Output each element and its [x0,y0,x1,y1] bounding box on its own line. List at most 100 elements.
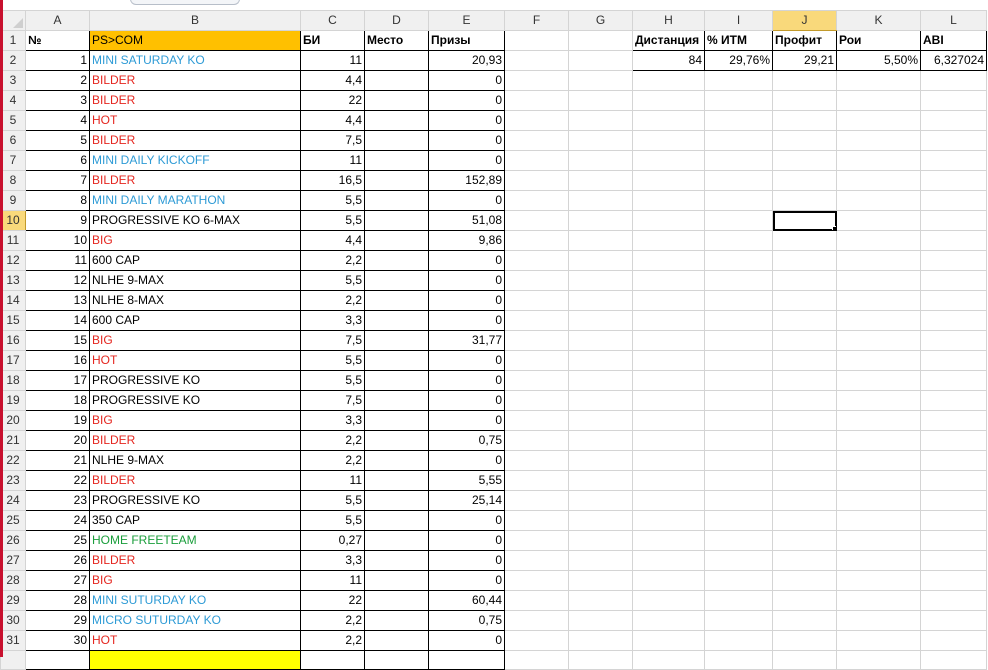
cell-b[interactable]: BILDER [89,550,301,571]
cell-h[interactable] [632,610,705,631]
row-header[interactable]: 19 [0,390,26,411]
cell-d[interactable] [364,450,429,471]
cell-d[interactable] [364,190,429,211]
cell-c[interactable]: 3,3 [300,550,365,571]
cell-e[interactable]: 60,44 [428,590,505,611]
cell-e[interactable]: 0 [428,190,505,211]
cell-i[interactable] [704,630,773,651]
cell-i[interactable] [704,410,773,431]
cell-e[interactable]: 0 [428,550,505,571]
cell-d[interactable] [364,50,429,71]
cell-i[interactable] [704,90,773,111]
cell-f[interactable] [504,490,569,511]
cell-j[interactable] [772,450,837,471]
cell-j[interactable] [772,370,837,391]
cell-j[interactable] [772,330,837,351]
cell-j[interactable] [772,110,837,131]
cell-f[interactable] [504,130,569,151]
cell-h[interactable] [632,390,705,411]
cell-c[interactable]: 7,5 [300,390,365,411]
cell-j[interactable] [772,390,837,411]
cell-h[interactable] [632,370,705,391]
cell-i[interactable] [704,270,773,291]
cell-a1[interactable]: № [25,30,90,51]
cell-a[interactable]: 11 [25,250,90,271]
cell-e[interactable]: 0 [428,510,505,531]
cell-b[interactable]: MINI DAILY MARATHON [89,190,301,211]
cell-c[interactable]: 5,5 [300,350,365,371]
cell-e[interactable]: 0 [428,130,505,151]
cell-h[interactable] [632,450,705,471]
cell-l[interactable] [920,250,987,271]
cell-b[interactable]: PROGRESSIVE KO [89,490,301,511]
cell-b[interactable]: BILDER [89,90,301,111]
row-header[interactable] [0,650,26,670]
cell-e[interactable]: 31,77 [428,330,505,351]
cell-g1[interactable] [568,30,633,51]
cell-c[interactable]: 2,2 [300,250,365,271]
cell-i[interactable] [704,70,773,91]
cell-k[interactable] [836,490,921,511]
cell-j[interactable] [772,350,837,371]
cell-j[interactable] [772,530,837,551]
row-header[interactable]: 3 [0,70,26,91]
cell-i[interactable]: 29,76% [704,50,773,71]
cell-g[interactable] [568,130,633,151]
cell-e1[interactable]: Призы [428,30,505,51]
cell-g[interactable] [568,530,633,551]
cell-k1[interactable]: Рои [836,30,921,51]
row-header[interactable]: 24 [0,490,26,511]
cell-k[interactable] [836,430,921,451]
cell-a[interactable]: 24 [25,510,90,531]
cell-l[interactable] [920,330,987,351]
cell-b[interactable]: NLHE 9-MAX [89,450,301,471]
cell-f[interactable] [504,510,569,531]
cell-g[interactable] [568,250,633,271]
cell-k[interactable] [836,210,921,231]
cell-a[interactable]: 5 [25,130,90,151]
cell-k[interactable] [836,410,921,431]
cell-g[interactable] [568,390,633,411]
cell-k[interactable] [836,270,921,291]
cell-h[interactable] [632,590,705,611]
cell-d[interactable] [364,270,429,291]
cell-c[interactable]: 11 [300,470,365,491]
cell-e[interactable]: 0,75 [428,430,505,451]
cell-k[interactable] [836,610,921,631]
cell-g[interactable] [568,590,633,611]
cell-e[interactable]: 0 [428,570,505,591]
row-header[interactable]: 22 [0,450,26,471]
cell-a[interactable]: 15 [25,330,90,351]
cell-e[interactable]: 25,14 [428,490,505,511]
cell-i[interactable] [704,490,773,511]
cell-l[interactable] [920,430,987,451]
cell-d[interactable] [364,230,429,251]
cell-e[interactable]: 0,75 [428,610,505,631]
cell-l[interactable] [920,450,987,471]
cell-c[interactable]: 2,2 [300,450,365,471]
cell-j[interactable] [772,590,837,611]
cell-f1[interactable] [504,30,569,51]
cell-k[interactable] [836,450,921,471]
cell-f[interactable] [504,350,569,371]
cell-d[interactable] [364,70,429,91]
cell-j[interactable] [772,650,837,670]
cell-e[interactable]: 0 [428,270,505,291]
row-header[interactable]: 28 [0,570,26,591]
cell-g[interactable] [568,70,633,91]
cell-d[interactable] [364,570,429,591]
column-header-c[interactable]: C [300,10,365,31]
cell-j[interactable] [772,70,837,91]
cell-a[interactable]: 4 [25,110,90,131]
cell-k[interactable] [836,350,921,371]
cell-h[interactable] [632,470,705,491]
row-header[interactable]: 9 [0,190,26,211]
cell-f[interactable] [504,390,569,411]
cell-h[interactable] [632,310,705,331]
cell-e[interactable]: 0 [428,250,505,271]
cell-f[interactable] [504,450,569,471]
cell-b[interactable]: MINI DAILY KICKOFF [89,150,301,171]
cell-l[interactable] [920,350,987,371]
cell-a[interactable]: 29 [25,610,90,631]
row-header[interactable]: 25 [0,510,26,531]
